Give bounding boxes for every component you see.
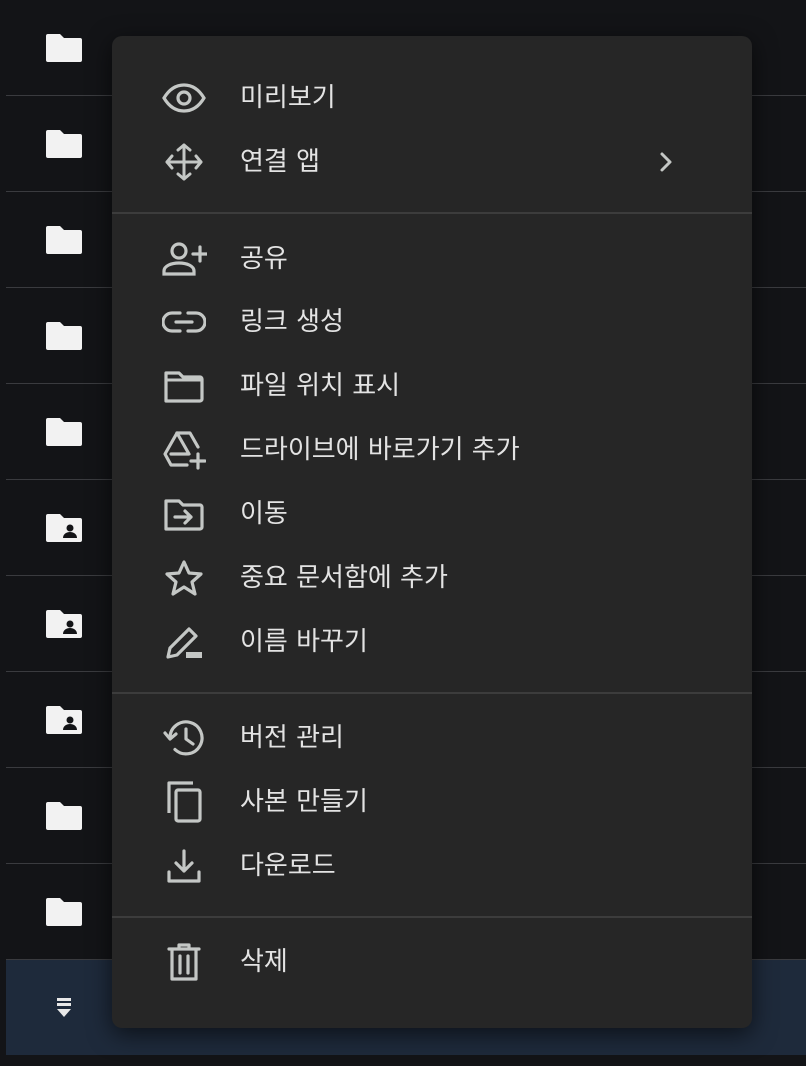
drag-handle-icon	[57, 998, 71, 1017]
menu-divider	[112, 212, 752, 214]
menu-item-add-starred[interactable]: 중요 문서함에 추가	[112, 548, 752, 608]
star-icon	[160, 560, 208, 596]
menu-divider	[112, 692, 752, 694]
folder-icon	[46, 898, 82, 926]
person-add-icon	[160, 241, 208, 277]
menu-item-label: 드라이브에 바로가기 추가	[240, 435, 520, 465]
trash-icon	[160, 943, 208, 981]
history-icon	[160, 720, 208, 756]
menu-item-label: 사본 만들기	[240, 787, 368, 817]
eye-icon	[160, 80, 208, 116]
open-with-icon	[160, 143, 208, 181]
context-menu: 미리보기 연결 앱 공유 링크 생성 파일 위치 표시 드라이브에 바로가기 추…	[112, 36, 752, 1028]
copy-icon	[160, 781, 208, 823]
menu-item-label: 삭제	[240, 947, 288, 977]
page: 미리보기 연결 앱 공유 링크 생성 파일 위치 표시 드라이브에 바로가기 추…	[0, 0, 806, 1066]
folder-icon	[46, 130, 82, 158]
menu-item-label: 미리보기	[240, 83, 336, 113]
folder-icon	[160, 368, 208, 404]
menu-item-get-link[interactable]: 링크 생성	[112, 292, 752, 352]
chevron-right-icon	[660, 152, 672, 172]
shared-folder-icon	[46, 706, 82, 734]
move-to-folder-icon	[160, 496, 208, 532]
folder-icon	[46, 322, 82, 350]
shared-folder-icon	[46, 610, 82, 638]
menu-item-delete[interactable]: 삭제	[112, 932, 752, 992]
folder-icon	[46, 802, 82, 830]
folder-icon	[46, 34, 82, 62]
menu-item-label: 다운로드	[240, 851, 336, 881]
menu-item-move[interactable]: 이동	[112, 484, 752, 544]
menu-item-make-copy[interactable]: 사본 만들기	[112, 772, 752, 832]
menu-item-preview[interactable]: 미리보기	[112, 68, 752, 128]
menu-item-label: 버전 관리	[240, 723, 344, 753]
menu-item-download[interactable]: 다운로드	[112, 836, 752, 896]
menu-divider	[112, 916, 752, 918]
menu-item-label: 링크 생성	[240, 307, 344, 337]
shared-folder-icon	[46, 514, 82, 542]
menu-item-label: 파일 위치 표시	[240, 371, 401, 401]
menu-item-open-with[interactable]: 연결 앱	[112, 132, 752, 192]
menu-item-show-location[interactable]: 파일 위치 표시	[112, 356, 752, 416]
menu-item-manage-versions[interactable]: 버전 관리	[112, 708, 752, 768]
menu-item-label: 이름 바꾸기	[240, 627, 368, 657]
folder-icon	[46, 226, 82, 254]
rename-icon	[160, 624, 208, 660]
menu-item-label: 공유	[240, 244, 288, 274]
menu-item-label: 중요 문서함에 추가	[240, 563, 448, 593]
menu-item-label: 이동	[240, 499, 288, 529]
menu-item-rename[interactable]: 이름 바꾸기	[112, 612, 752, 672]
menu-item-share[interactable]: 공유	[112, 229, 752, 289]
folder-icon	[46, 418, 82, 446]
download-icon	[160, 848, 208, 884]
add-to-drive-icon	[160, 431, 208, 470]
link-icon	[160, 304, 208, 340]
menu-item-label: 연결 앱	[240, 147, 321, 177]
menu-item-add-shortcut[interactable]: 드라이브에 바로가기 추가	[112, 420, 752, 480]
